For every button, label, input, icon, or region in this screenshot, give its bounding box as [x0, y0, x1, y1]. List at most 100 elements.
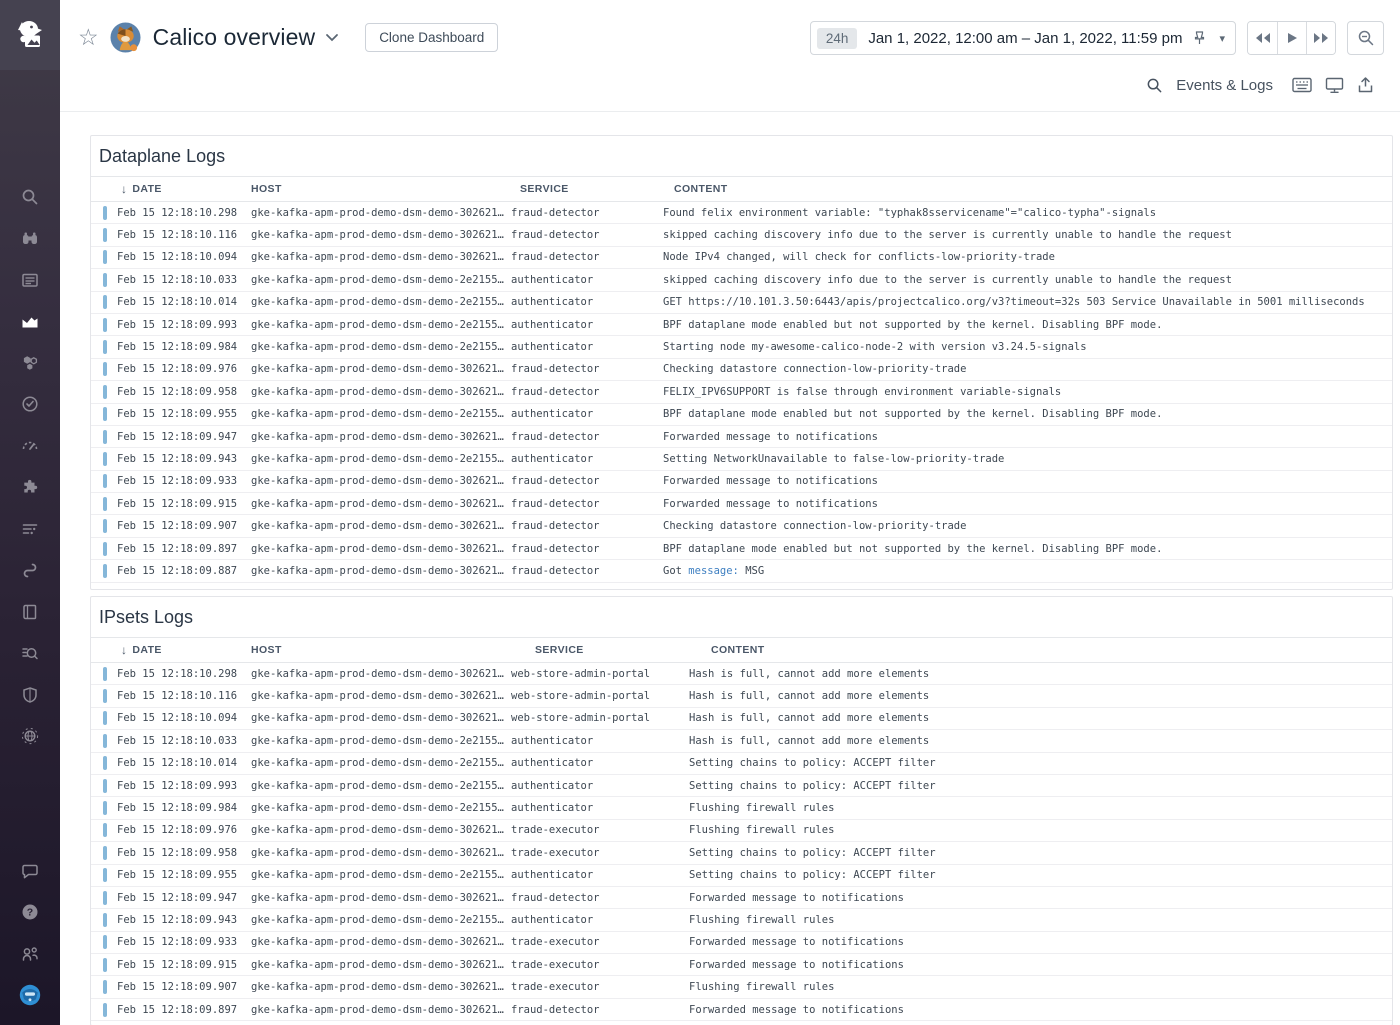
log-row[interactable]: Feb 15 12:18:10.116gke-kafka-apm-prod-de…	[91, 685, 1392, 707]
log-host: gke-kafka-apm-prod-demo-dsm-demo-302621…	[251, 959, 511, 971]
log-row[interactable]: Feb 15 12:18:09.887gke-kafka-apm-prod-de…	[91, 560, 1392, 582]
sidebar-item-dashboards[interactable]	[0, 301, 60, 343]
sidebar-item-organization[interactable]	[0, 933, 60, 975]
sidebar-item-chat[interactable]	[0, 850, 60, 892]
log-row[interactable]: Feb 15 12:18:09.984gke-kafka-apm-prod-de…	[91, 797, 1392, 819]
log-content: Flushing firewall rules	[671, 802, 1392, 814]
app-root: ? ☆	[0, 0, 1400, 1025]
log-row[interactable]: Feb 15 12:18:10.298gke-kafka-apm-prod-de…	[91, 202, 1392, 224]
log-host: gke-kafka-apm-prod-demo-dsm-demo-2e2155…	[251, 802, 511, 814]
column-header-service[interactable]: SERVICE	[511, 644, 671, 656]
log-row[interactable]: Feb 15 12:18:10.014gke-kafka-apm-prod-de…	[91, 292, 1392, 314]
log-date: Feb 15 12:18:09.943	[117, 453, 251, 465]
sidebar-item-security[interactable]	[0, 674, 60, 716]
datadog-logo[interactable]	[0, 0, 60, 70]
dashboard-avatar	[110, 22, 141, 53]
log-level-indicator	[103, 273, 107, 287]
log-service: fraud-detector	[511, 431, 657, 443]
time-play-button[interactable]	[1277, 22, 1306, 54]
log-row[interactable]: Feb 15 12:18:09.955gke-kafka-apm-prod-de…	[91, 404, 1392, 426]
log-row[interactable]: Feb 15 12:18:09.943gke-kafka-apm-prod-de…	[91, 448, 1392, 470]
column-header-date[interactable]: ↓DATE	[117, 643, 251, 657]
log-row[interactable]: Feb 15 12:18:09.897gke-kafka-apm-prod-de…	[91, 999, 1392, 1021]
log-date: Feb 15 12:18:09.887	[117, 565, 251, 577]
log-row[interactable]: Feb 15 12:18:09.976gke-kafka-apm-prod-de…	[91, 359, 1392, 381]
sidebar-item-metrics[interactable]	[0, 425, 60, 467]
log-service: web-store-admin-portal	[511, 690, 671, 702]
user-avatar-icon	[18, 983, 42, 1007]
sidebar-item-user-avatar[interactable]	[0, 975, 60, 1017]
log-content: Forwarded message to notifications	[671, 892, 1392, 904]
log-row[interactable]: Feb 15 12:18:09.915gke-kafka-apm-prod-de…	[91, 493, 1392, 515]
favorite-star-icon[interactable]: ☆	[78, 26, 99, 49]
log-level-indicator	[103, 452, 107, 466]
clone-dashboard-button[interactable]: Clone Dashboard	[365, 23, 498, 52]
share-icon[interactable]	[1357, 76, 1374, 94]
log-row[interactable]: Feb 15 12:18:10.094gke-kafka-apm-prod-de…	[91, 708, 1392, 730]
keyboard-shortcuts-icon[interactable]	[1292, 77, 1312, 93]
log-row[interactable]: Feb 15 12:18:09.993gke-kafka-apm-prod-de…	[91, 314, 1392, 336]
sidebar-item-watchdog[interactable]	[0, 218, 60, 260]
log-row[interactable]: Feb 15 12:18:09.947gke-kafka-apm-prod-de…	[91, 887, 1392, 909]
log-row[interactable]: Feb 15 12:18:09.943gke-kafka-apm-prod-de…	[91, 909, 1392, 931]
column-header-content[interactable]: CONTENT	[671, 644, 1392, 656]
log-row[interactable]: Feb 15 12:18:10.033gke-kafka-apm-prod-de…	[91, 269, 1392, 291]
column-header-date[interactable]: ↓DATE	[117, 182, 251, 196]
title-dropdown-caret[interactable]	[325, 33, 339, 42]
time-caret-icon[interactable]: ▾	[1219, 32, 1225, 45]
pin-icon[interactable]	[1192, 30, 1207, 46]
log-row[interactable]: Feb 15 12:18:09.907gke-kafka-apm-prod-de…	[91, 515, 1392, 537]
sidebar-item-apm[interactable]	[0, 550, 60, 592]
log-row[interactable]: Feb 15 12:18:09.993gke-kafka-apm-prod-de…	[91, 775, 1392, 797]
log-date: Feb 15 12:18:09.984	[117, 341, 251, 353]
sidebar-item-events[interactable]	[0, 259, 60, 301]
log-row[interactable]: Feb 15 12:18:10.298gke-kafka-apm-prod-de…	[91, 663, 1392, 685]
log-row[interactable]: Feb 15 12:18:09.897gke-kafka-apm-prod-de…	[91, 538, 1392, 560]
events-logs-search-icon[interactable]	[1146, 77, 1163, 94]
sidebar-item-log-pipelines[interactable]	[0, 508, 60, 550]
log-row[interactable]: Feb 15 12:18:09.976gke-kafka-apm-prod-de…	[91, 820, 1392, 842]
time-forward-button[interactable]	[1306, 22, 1335, 54]
log-content: Flushing firewall rules	[671, 981, 1392, 993]
log-row[interactable]: Feb 15 12:18:10.033gke-kafka-apm-prod-de…	[91, 730, 1392, 752]
sidebar-item-help[interactable]: ?	[0, 892, 60, 934]
time-range-picker[interactable]: 24h Jan 1, 2022, 12:00 am – Jan 1, 2022,…	[810, 21, 1236, 55]
log-content: Setting chains to policy: ACCEPT filter	[671, 847, 1392, 859]
log-row[interactable]: Feb 15 12:18:10.014gke-kafka-apm-prod-de…	[91, 753, 1392, 775]
log-row[interactable]: Feb 15 12:18:09.958gke-kafka-apm-prod-de…	[91, 842, 1392, 864]
events-logs-label[interactable]: Events & Logs	[1176, 77, 1273, 94]
column-header-host[interactable]: HOST	[251, 183, 511, 195]
sidebar-item-log-explorer[interactable]	[0, 633, 60, 675]
log-row[interactable]: Feb 15 12:18:09.907gke-kafka-apm-prod-de…	[91, 976, 1392, 998]
log-row[interactable]: Feb 15 12:18:09.933gke-kafka-apm-prod-de…	[91, 471, 1392, 493]
sidebar-item-network[interactable]	[0, 716, 60, 758]
log-service: trade-executor	[511, 959, 671, 971]
log-row[interactable]: Feb 15 12:18:09.933gke-kafka-apm-prod-de…	[91, 932, 1392, 954]
tv-mode-icon[interactable]	[1325, 77, 1344, 94]
log-host: gke-kafka-apm-prod-demo-dsm-demo-2e2155…	[251, 296, 511, 308]
log-content-link[interactable]: message:	[688, 565, 739, 577]
sidebar-item-integrations[interactable]	[0, 467, 60, 509]
log-level-indicator	[103, 519, 107, 533]
log-row[interactable]: Feb 15 12:18:10.116gke-kafka-apm-prod-de…	[91, 224, 1392, 246]
zoom-out-button[interactable]	[1347, 21, 1384, 55]
widget-dataplane-logs: Dataplane Logs ↓DATEHOSTSERVICECONTENT F…	[90, 135, 1393, 590]
log-row[interactable]: Feb 15 12:18:09.958gke-kafka-apm-prod-de…	[91, 381, 1392, 403]
log-row[interactable]: Feb 15 12:18:09.955gke-kafka-apm-prod-de…	[91, 865, 1392, 887]
log-row[interactable]: Feb 15 12:18:09.915gke-kafka-apm-prod-de…	[91, 954, 1392, 976]
log-host: gke-kafka-apm-prod-demo-dsm-demo-302621…	[251, 520, 511, 532]
log-level-indicator	[103, 542, 107, 556]
time-back-button[interactable]	[1248, 22, 1277, 54]
column-header-service[interactable]: SERVICE	[511, 183, 657, 195]
column-header-content[interactable]: CONTENT	[657, 183, 1392, 195]
help-icon: ?	[20, 902, 40, 922]
log-row[interactable]: Feb 15 12:18:09.947gke-kafka-apm-prod-de…	[91, 426, 1392, 448]
column-header-host[interactable]: HOST	[251, 644, 511, 656]
log-service: fraud-detector	[511, 565, 657, 577]
sidebar-item-search[interactable]	[0, 176, 60, 218]
sidebar-item-monitors[interactable]	[0, 384, 60, 426]
log-row[interactable]: Feb 15 12:18:10.094gke-kafka-apm-prod-de…	[91, 247, 1392, 269]
log-row[interactable]: Feb 15 12:18:09.984gke-kafka-apm-prod-de…	[91, 336, 1392, 358]
sidebar-item-notebooks[interactable]	[0, 591, 60, 633]
sidebar-item-infrastructure[interactable]	[0, 342, 60, 384]
